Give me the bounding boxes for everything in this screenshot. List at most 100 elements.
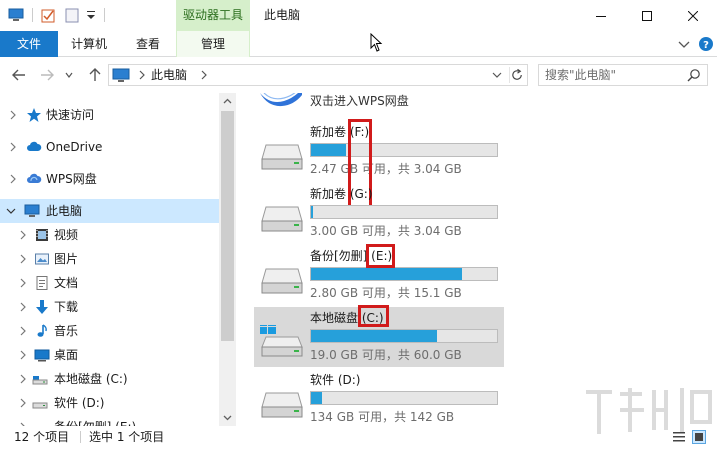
nav-item-music[interactable]: 音乐 <box>0 319 219 343</box>
navigation-bar: 此电脑 搜索"此电脑" <box>0 57 717 93</box>
nav-item-label: 音乐 <box>54 324 79 338</box>
new-folder-icon[interactable] <box>64 7 80 23</box>
chevron-right-icon[interactable] <box>18 349 28 361</box>
nav-item-documents[interactable]: 文档 <box>0 271 219 295</box>
wps-cloud-shortcut[interactable]: 双击进入WPS网盘 <box>258 93 518 111</box>
minimize-button[interactable] <box>578 0 624 31</box>
quick-access-separator <box>104 8 105 22</box>
address-bar[interactable]: 此电脑 <box>108 64 528 86</box>
chevron-right-icon[interactable] <box>8 141 18 153</box>
customize-dropdown-icon[interactable] <box>86 7 96 23</box>
drive-usage-bar <box>310 391 498 405</box>
nav-item-label: 软件 (D:) <box>54 396 105 410</box>
chevron-right-icon[interactable] <box>8 173 18 185</box>
up-button[interactable] <box>86 66 104 84</box>
expand-ribbon-chevron-icon[interactable] <box>676 36 692 52</box>
desktop-folder-icon <box>34 349 50 362</box>
nav-item-label: 本地磁盘 (C:) <box>54 372 128 386</box>
computer-icon <box>24 204 40 217</box>
drive-usage-fill <box>311 392 323 404</box>
chevron-right-icon[interactable] <box>18 253 28 265</box>
nav-item-label: 下载 <box>54 300 79 314</box>
chevron-up-icon <box>223 98 232 104</box>
svg-text:?: ? <box>703 40 709 51</box>
drive-space-info: 2.47 GB 可用，共 3.04 GB <box>310 162 462 176</box>
navigation-pane-scrollbar[interactable] <box>219 93 236 426</box>
chevron-right-icon[interactable] <box>18 373 28 385</box>
watermark-logo-icon <box>586 388 712 434</box>
drive-tile-d[interactable]: 软件 (D:) 134 GB 可用，共 142 GB <box>254 369 504 426</box>
chevron-down-icon[interactable] <box>491 69 503 81</box>
nav-item-this-pc[interactable]: 此电脑 <box>0 199 219 223</box>
maximize-button[interactable] <box>624 0 670 31</box>
tab-computer[interactable]: 计算机 <box>71 31 107 57</box>
chevron-right-icon[interactable] <box>18 277 28 289</box>
tab-manage[interactable]: 管理 <box>176 31 250 57</box>
drive-usage-fill <box>311 330 438 342</box>
chevron-right-icon[interactable] <box>199 69 209 81</box>
drive-usage-bar <box>310 329 498 343</box>
arrow-right-icon <box>41 69 54 81</box>
chevron-down-icon <box>65 72 73 78</box>
search-box[interactable]: 搜索"此电脑" <box>538 64 708 86</box>
nav-item-label: WPS网盘 <box>46 172 97 186</box>
drive-space-info: 19.0 GB 可用，共 60.0 GB <box>310 348 462 362</box>
chevron-right-icon[interactable] <box>137 69 147 81</box>
nav-item-wps-cloud[interactable]: WPS网盘 <box>0 167 219 191</box>
tab-file[interactable]: 文件 <box>0 31 58 57</box>
quick-access-separator <box>32 8 33 22</box>
scroll-down-button[interactable] <box>219 409 236 426</box>
mouse-cursor-icon <box>370 33 383 52</box>
chevron-right-icon[interactable] <box>18 397 28 409</box>
nav-item-drive-d[interactable]: 软件 (D:) <box>0 391 219 415</box>
chevron-right-icon[interactable] <box>18 301 28 313</box>
nav-item-drive-c[interactable]: 本地磁盘 (C:) <box>0 367 219 391</box>
search-icon[interactable] <box>687 68 701 82</box>
computer-icon[interactable] <box>8 7 24 23</box>
drive-icon <box>261 268 303 294</box>
scroll-thumb[interactable] <box>221 111 234 341</box>
downloads-folder-icon <box>36 300 48 314</box>
nav-item-drive-e[interactable]: 备份[勿删] (E:) <box>0 415 219 426</box>
drive-icon <box>261 206 303 232</box>
search-input[interactable]: 搜索"此电脑" <box>545 65 616 85</box>
recent-locations-button[interactable] <box>63 66 75 84</box>
nav-item-label: 图片 <box>54 252 79 266</box>
breadcrumb-this-pc[interactable]: 此电脑 <box>151 65 187 85</box>
nav-item-onedrive[interactable]: OneDrive <box>0 135 219 159</box>
chevron-down-icon[interactable] <box>6 205 16 217</box>
nav-item-quick-access[interactable]: 快速访问 <box>0 103 219 127</box>
drive-usage-bar <box>310 267 498 281</box>
chevron-right-icon[interactable] <box>18 325 28 337</box>
nav-item-downloads[interactable]: 下载 <box>0 295 219 319</box>
nav-item-desktop[interactable]: 桌面 <box>0 343 219 367</box>
star-icon <box>27 108 41 122</box>
drive-usage-fill <box>311 268 462 280</box>
minimize-icon <box>596 15 606 17</box>
scroll-up-button[interactable] <box>219 93 236 110</box>
close-button[interactable] <box>670 0 716 31</box>
status-selected-count: 选中 1 个项目 <box>89 430 165 444</box>
back-button[interactable] <box>10 66 28 84</box>
help-icon[interactable]: ? <box>698 36 714 52</box>
tab-view[interactable]: 查看 <box>136 31 160 57</box>
nav-item-label: 备份[勿删] (E:) <box>54 415 136 426</box>
drive-tools-context-tab: 驱动器工具 <box>176 0 250 31</box>
drive-icon <box>32 376 48 385</box>
nav-item-pictures[interactable]: 图片 <box>0 247 219 271</box>
arrow-left-icon <box>12 69 25 81</box>
forward-button[interactable] <box>38 66 56 84</box>
drive-tile-g[interactable]: 新加卷 (G:) 3.00 GB 可用，共 3.04 GB <box>254 183 504 243</box>
drive-usage-bar <box>310 143 498 157</box>
refresh-icon[interactable] <box>509 67 525 83</box>
nav-item-videos[interactable]: 视频 <box>0 223 219 247</box>
close-icon <box>688 10 698 21</box>
drive-usage-fill <box>311 144 347 156</box>
drive-name: 软件 (D:) <box>310 373 361 387</box>
drive-icon <box>261 392 303 418</box>
arrow-up-icon <box>89 68 101 81</box>
properties-icon[interactable] <box>40 7 56 23</box>
chevron-right-icon[interactable] <box>8 109 18 121</box>
drive-tile-f[interactable]: 新加卷 (F:) 2.47 GB 可用，共 3.04 GB <box>254 121 504 181</box>
chevron-right-icon[interactable] <box>18 229 28 241</box>
